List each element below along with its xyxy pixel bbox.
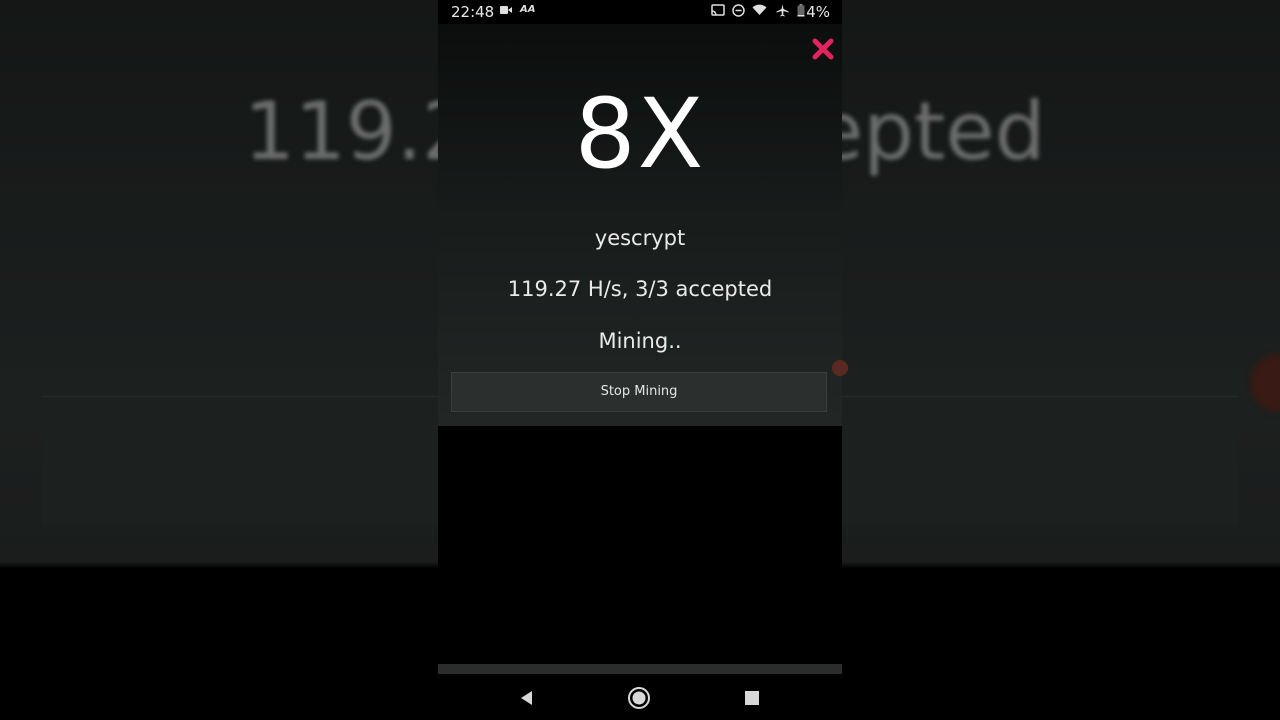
navigation-bar bbox=[438, 674, 842, 720]
background-dot bbox=[1250, 354, 1280, 412]
do-not-disturb-icon bbox=[732, 4, 745, 20]
stop-mining-button[interactable]: Stop Mining bbox=[451, 372, 827, 412]
wifi-icon bbox=[752, 4, 767, 19]
hashrate-readout: 119.27 H/s, 3/3 accepted bbox=[507, 277, 773, 301]
cast-icon bbox=[711, 4, 725, 19]
back-icon[interactable] bbox=[515, 686, 539, 710]
status-bar: 22:48 AA 4% bbox=[438, 0, 842, 24]
close-icon[interactable] bbox=[810, 38, 836, 64]
floating-bubble-edge bbox=[832, 360, 848, 376]
mining-status: Mining.. bbox=[598, 329, 682, 353]
battery-percentage: 4% bbox=[806, 3, 830, 21]
nav-divider bbox=[438, 664, 842, 674]
phone-screen: 22:48 AA 4% 8X yescrypt 119.27 H/s, 3/3 … bbox=[438, 0, 842, 720]
recents-icon[interactable] bbox=[740, 686, 764, 710]
airplane-icon bbox=[776, 4, 789, 20]
speed-multiplier: 8X bbox=[574, 78, 706, 190]
font-aa-icon: AA bbox=[520, 4, 536, 15]
mining-dialog: 8X yescrypt 119.27 H/s, 3/3 accepted Min… bbox=[438, 24, 842, 426]
battery-icon bbox=[797, 4, 805, 20]
home-icon[interactable] bbox=[627, 686, 651, 710]
status-time: 22:48 bbox=[451, 3, 495, 21]
video-camera-icon bbox=[500, 4, 512, 18]
algorithm-name: yescrypt bbox=[594, 226, 686, 250]
